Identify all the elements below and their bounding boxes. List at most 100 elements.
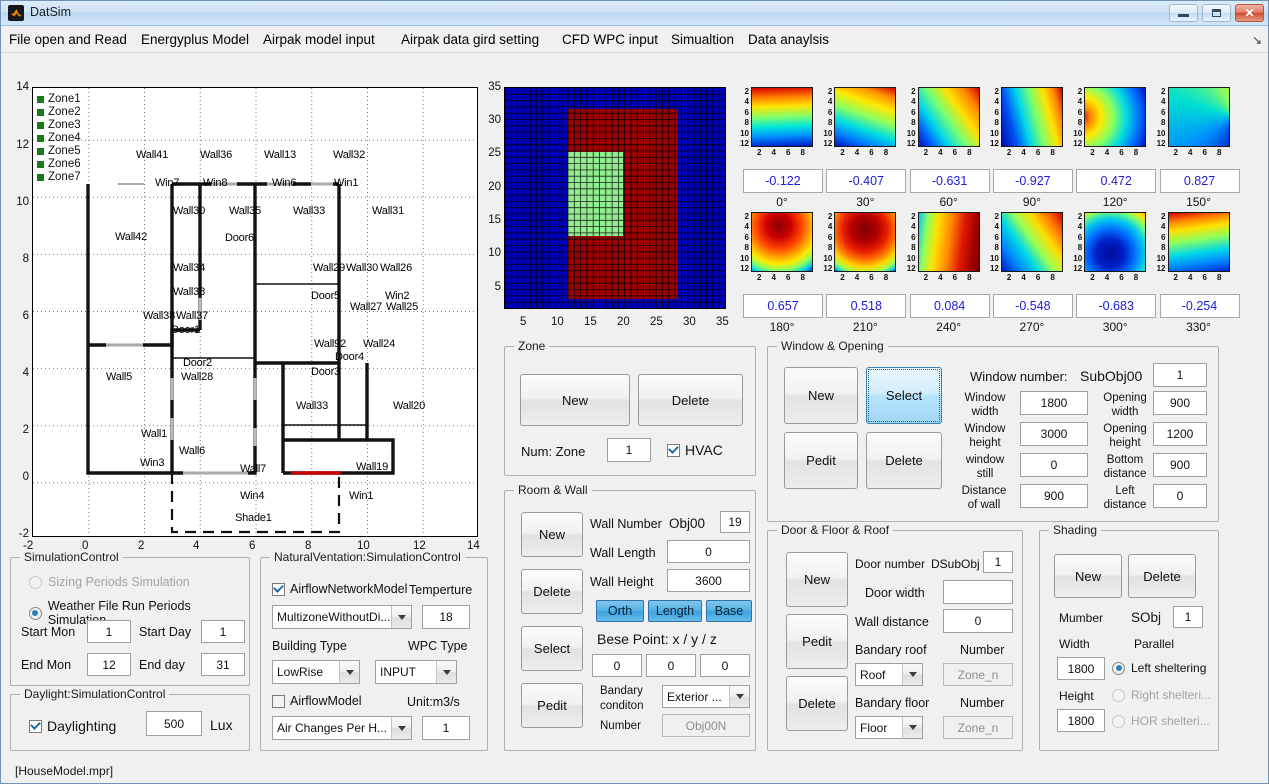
airflow-model-checkbox[interactable]: AirflowModel <box>272 694 362 708</box>
airflow-network-model-checkbox[interactable]: AirflowNetworkModel <box>272 582 407 596</box>
wpc-xtick: 8 <box>1134 274 1138 282</box>
wpc-value-field[interactable]: -0.407 <box>826 169 906 193</box>
room-wall-select-button[interactable]: Select <box>521 626 583 671</box>
bandary-floor-select[interactable]: Floor <box>855 716 923 739</box>
building-type-select[interactable]: LowRise <box>272 660 360 684</box>
wpc-contour-plot[interactable] <box>918 212 980 272</box>
cfd-grid-canvas[interactable] <box>504 87 726 309</box>
door-pedit-button[interactable]: Pedit <box>786 614 848 669</box>
window-pedit-button[interactable]: Pedit <box>784 432 858 489</box>
wpc-contour-plot[interactable] <box>1084 212 1146 272</box>
base-point-z-input[interactable]: 0 <box>700 654 750 677</box>
wpc-value-field[interactable]: -0.631 <box>910 169 990 193</box>
wpc-contour-plot[interactable] <box>1168 87 1230 147</box>
bandary-conditon-select[interactable]: Exterior ... <box>662 685 750 708</box>
shading-new-button[interactable]: New <box>1054 554 1122 598</box>
wall-height-input[interactable]: 3600 <box>667 569 750 592</box>
door-width-input[interactable] <box>943 580 1013 604</box>
window-number-input[interactable]: 1 <box>1153 363 1207 387</box>
opening-width-input[interactable]: 900 <box>1153 391 1207 415</box>
wpc-contour-plot[interactable] <box>1168 212 1230 272</box>
hvac-checkbox[interactable]: HVAC <box>667 442 723 458</box>
shading-height-input[interactable]: 1800 <box>1057 709 1105 732</box>
bandary-roof-select[interactable]: Roof <box>855 663 923 686</box>
radio-sizing-periods-simulation[interactable]: Sizing Periods Simulation <box>29 575 190 589</box>
menu-airpak-model-input[interactable]: Airpak model input <box>259 30 379 49</box>
wpc-value-field[interactable]: 0.518 <box>826 294 906 318</box>
wpc-value-field[interactable]: -0.548 <box>993 294 1073 318</box>
base-point-x-input[interactable]: 0 <box>592 654 642 677</box>
wpc-contour-plot[interactable] <box>834 87 896 147</box>
zone-new-button[interactable]: New <box>520 374 630 426</box>
length-button[interactable]: Length <box>648 600 702 622</box>
menu-simualtion[interactable]: Simualtion <box>667 30 738 49</box>
menu-data-anaylsis[interactable]: Data anaylsis <box>744 30 833 49</box>
orth-button[interactable]: Orth <box>596 600 644 622</box>
air-changes-input[interactable]: 1 <box>422 716 470 740</box>
wpc-value-field[interactable]: -0.927 <box>993 169 1073 193</box>
radio-left-sheltering[interactable]: Left sheltering <box>1112 661 1206 675</box>
wpc-contour-plot[interactable] <box>1001 87 1063 147</box>
window-still-input[interactable]: 0 <box>1020 453 1088 477</box>
minimize-button[interactable] <box>1169 4 1198 22</box>
wall-number-input[interactable]: 19 <box>720 511 750 533</box>
bottom-distance-input[interactable]: 900 <box>1153 453 1207 477</box>
wpc-type-select[interactable]: INPUT <box>375 660 457 684</box>
menu-cfd-wpc-input[interactable]: CFD WPC input <box>558 30 662 49</box>
menu-energyplus-model[interactable]: Energyplus Model <box>137 30 253 49</box>
close-button[interactable]: ✕ <box>1235 4 1264 22</box>
wpc-contour-plot[interactable] <box>1084 87 1146 147</box>
window-height-input[interactable]: 3000 <box>1020 422 1088 446</box>
left-distance-input[interactable]: 0 <box>1153 484 1207 508</box>
distance-of-wall-input[interactable]: 900 <box>1020 484 1088 508</box>
wpc-contour-plot[interactable] <box>1001 212 1063 272</box>
door-floor-roof-title: Door & Floor & Roof <box>777 523 893 537</box>
wpc-contour-plot[interactable] <box>751 87 813 147</box>
start-day-input[interactable]: 1 <box>201 620 245 643</box>
end-day-input[interactable]: 31 <box>201 653 245 676</box>
air-changes-select[interactable]: Air Changes Per H... <box>272 716 412 740</box>
door-delete-button[interactable]: Delete <box>786 676 848 731</box>
window-delete-button[interactable]: Delete <box>866 432 942 489</box>
zone-num-input[interactable]: 1 <box>607 438 651 462</box>
wpc-contour-plot[interactable] <box>834 212 896 272</box>
room-wall-delete-button[interactable]: Delete <box>521 569 583 614</box>
wpc-value-field[interactable]: 0.472 <box>1076 169 1156 193</box>
radio-right-sheltering[interactable]: Right shelteri... <box>1112 688 1211 702</box>
shading-width-input[interactable]: 1800 <box>1057 657 1105 680</box>
zone-delete-button[interactable]: Delete <box>638 374 743 426</box>
window-select-button[interactable]: Select <box>866 367 942 424</box>
wpc-value-field[interactable]: -0.122 <box>743 169 823 193</box>
wpc-value-field[interactable]: 0.827 <box>1160 169 1240 193</box>
wpc-value-field[interactable]: -0.254 <box>1160 294 1240 318</box>
daylighting-lux-input[interactable]: 500 <box>146 711 202 736</box>
shading-sobj-input[interactable]: 1 <box>1173 606 1203 628</box>
wpc-value-field[interactable]: 0.084 <box>910 294 990 318</box>
wall-distance-input[interactable]: 0 <box>943 609 1013 633</box>
daylighting-checkbox[interactable]: Daylighting <box>29 718 116 734</box>
expand-arrow-icon[interactable]: ↘ <box>1252 33 1262 47</box>
wpc-value-field[interactable]: 0.657 <box>743 294 823 318</box>
opening-height-input[interactable]: 1200 <box>1153 422 1207 446</box>
radio-hor-sheltering[interactable]: HOR shelteri... <box>1112 714 1210 728</box>
wpc-contour-plot[interactable] <box>751 212 813 272</box>
window-new-button[interactable]: New <box>784 367 858 424</box>
end-mon-input[interactable]: 12 <box>87 653 131 676</box>
base-point-y-input[interactable]: 0 <box>646 654 696 677</box>
start-mon-input[interactable]: 1 <box>87 620 131 643</box>
room-wall-pedit-button[interactable]: Pedit <box>521 683 583 728</box>
shading-delete-button[interactable]: Delete <box>1128 554 1196 598</box>
maximize-button[interactable] <box>1202 4 1231 22</box>
room-wall-new-button[interactable]: New <box>521 512 583 557</box>
base-button[interactable]: Base <box>706 600 752 622</box>
multizone-model-select[interactable]: MultizoneWithoutDi... <box>272 605 412 629</box>
door-new-button[interactable]: New <box>786 552 848 607</box>
wall-length-input[interactable]: 0 <box>667 540 750 563</box>
window-width-input[interactable]: 1800 <box>1020 391 1088 415</box>
door-number-input[interactable]: 1 <box>983 551 1013 573</box>
temperture-input[interactable]: 18 <box>422 605 470 629</box>
menu-airpak-data-gird-setting[interactable]: Airpak data gird setting <box>397 30 543 49</box>
wpc-contour-plot[interactable] <box>918 87 980 147</box>
menu-file-open-and-read[interactable]: File open and Read <box>5 30 131 49</box>
wpc-value-field[interactable]: -0.683 <box>1076 294 1156 318</box>
